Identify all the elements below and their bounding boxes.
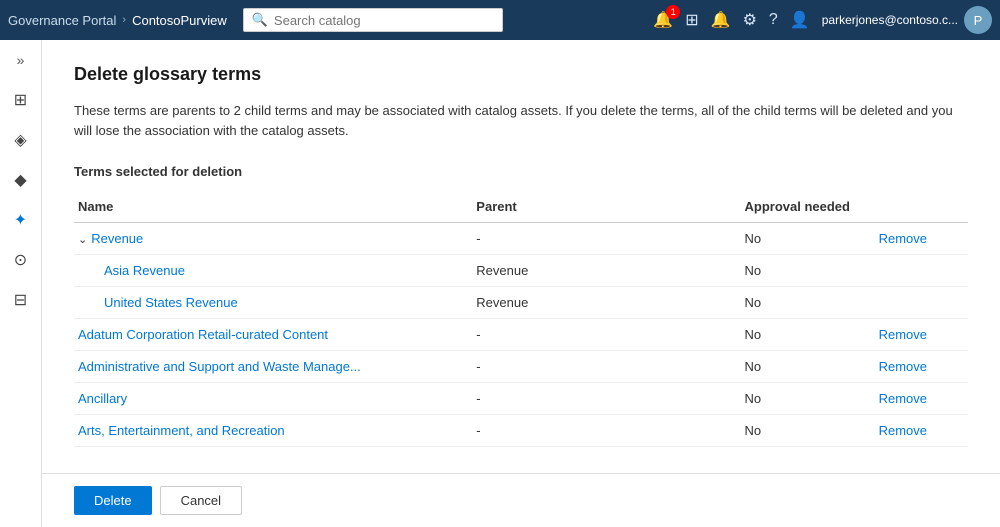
remove-button[interactable]: Remove xyxy=(879,231,927,246)
col-header-approval: Approval needed xyxy=(744,191,878,223)
table-row: ⌄ Revenue -NoRemove xyxy=(74,223,968,255)
terms-table: Name Parent Approval needed ⌄Revenue-NoR… xyxy=(74,191,968,447)
table-row: Administrative and Support and Waste Man… xyxy=(74,351,968,383)
term-action xyxy=(879,287,968,319)
col-header-action xyxy=(879,191,968,223)
alerts-button[interactable]: 🔔 xyxy=(711,10,731,30)
sidebar-item-lineage[interactable]: ⊙ xyxy=(3,242,39,278)
table-row: Ancillary -NoRemove xyxy=(74,383,968,415)
table-header-row: Name Parent Approval needed xyxy=(74,191,968,223)
warning-text: These terms are parents to 2 child terms… xyxy=(74,101,954,140)
feedback-icon: 👤 xyxy=(790,10,810,30)
delete-button[interactable]: Delete xyxy=(74,486,152,515)
catalog-icon: ◈ xyxy=(14,130,26,150)
term-action: Remove xyxy=(879,383,968,415)
search-input[interactable] xyxy=(274,13,494,28)
chevron-right-icon: » xyxy=(17,52,25,68)
settings-button[interactable]: ⚙ xyxy=(743,10,757,30)
remove-button[interactable]: Remove xyxy=(879,327,927,342)
topbar-icons: 🔔 1 ⊞ 🔔 ⚙ ? 👤 parkerjones@contoso.c... P xyxy=(653,6,992,34)
term-parent: - xyxy=(476,319,744,351)
term-name-link[interactable]: Administrative and Support and Waste Man… xyxy=(78,359,361,374)
remove-button[interactable]: Remove xyxy=(879,359,927,374)
notifications-button[interactable]: 🔔 1 xyxy=(653,10,673,30)
page-title: Delete glossary terms xyxy=(74,64,968,85)
table-row: Adatum Corporation Retail-curated Conten… xyxy=(74,319,968,351)
table-row: United States Revenue RevenueNo xyxy=(74,287,968,319)
term-action: Remove xyxy=(879,223,968,255)
alert-icon: 🔔 xyxy=(711,10,731,30)
term-approval: No xyxy=(744,223,878,255)
content-area: Delete glossary terms These terms are pa… xyxy=(42,40,1000,527)
table-row: Arts, Entertainment, and Recreation -NoRe… xyxy=(74,415,968,447)
term-action: Remove xyxy=(879,351,968,383)
glossary-icon: ✦ xyxy=(14,210,27,230)
remove-button[interactable]: Remove xyxy=(879,423,927,438)
cancel-button[interactable]: Cancel xyxy=(160,486,242,515)
brand-chevron: › xyxy=(122,14,126,26)
sidebar-item-glossary[interactable]: ✦ xyxy=(3,202,39,238)
notification-badge: 1 xyxy=(666,5,680,19)
term-parent: - xyxy=(476,223,744,255)
search-icon: 🔍 xyxy=(252,12,268,28)
footer: Delete Cancel xyxy=(42,473,1000,527)
term-approval: No xyxy=(744,319,878,351)
term-name-link[interactable]: Asia Revenue xyxy=(104,263,185,278)
connections-icon: ⊞ xyxy=(685,10,698,30)
brand-gov-text: Governance Portal xyxy=(8,13,116,28)
help-icon: ? xyxy=(769,11,778,29)
term-parent: - xyxy=(476,415,744,447)
user-profile[interactable]: parkerjones@contoso.c... P xyxy=(822,6,992,34)
lineage-icon: ⊙ xyxy=(14,250,27,270)
term-approval: No xyxy=(744,287,878,319)
col-header-parent: Parent xyxy=(476,191,744,223)
term-parent: - xyxy=(476,383,744,415)
topbar: Governance Portal › ContosoPurview 🔍 🔔 1… xyxy=(0,0,1000,40)
sidebar-expand-button[interactable]: » xyxy=(5,48,37,72)
term-approval: No xyxy=(744,383,878,415)
search-bar[interactable]: 🔍 xyxy=(243,8,503,32)
term-parent: - xyxy=(476,351,744,383)
gear-icon: ⚙ xyxy=(743,10,757,30)
sidebar-item-management[interactable]: ⊟ xyxy=(3,282,39,318)
term-parent: Revenue xyxy=(476,255,744,287)
main-layout: » ⊞ ◈ ◆ ✦ ⊙ ⊟ Delete glossary terms Thes… xyxy=(0,40,1000,527)
connections-button[interactable]: ⊞ xyxy=(685,10,698,30)
help-button[interactable]: ? xyxy=(769,11,778,29)
sidebar: » ⊞ ◈ ◆ ✦ ⊙ ⊟ xyxy=(0,40,42,527)
sidebar-item-insights[interactable]: ◆ xyxy=(3,162,39,198)
brand: Governance Portal › ContosoPurview xyxy=(8,13,227,28)
management-icon: ⊟ xyxy=(14,290,27,310)
term-approval: No xyxy=(744,415,878,447)
term-action: Remove xyxy=(879,415,968,447)
term-approval: No xyxy=(744,351,878,383)
col-header-name: Name xyxy=(74,191,476,223)
feedback-button[interactable]: 👤 xyxy=(790,10,810,30)
term-name-link[interactable]: Revenue xyxy=(91,231,143,246)
chevron-down-icon[interactable]: ⌄ xyxy=(78,234,87,246)
term-name-link[interactable]: Ancillary xyxy=(78,391,127,406)
term-approval: No xyxy=(744,255,878,287)
user-email: parkerjones@contoso.c... xyxy=(822,13,958,27)
remove-button[interactable]: Remove xyxy=(879,391,927,406)
term-parent: Revenue xyxy=(476,287,744,319)
brand-purview-text: ContosoPurview xyxy=(132,13,227,28)
home-icon: ⊞ xyxy=(14,90,27,110)
term-name-link[interactable]: United States Revenue xyxy=(104,295,238,310)
avatar: P xyxy=(964,6,992,34)
insights-icon: ◆ xyxy=(14,170,26,190)
term-name-link[interactable]: Arts, Entertainment, and Recreation xyxy=(78,423,285,438)
term-action xyxy=(879,255,968,287)
sidebar-item-catalog[interactable]: ◈ xyxy=(3,122,39,158)
section-label: Terms selected for deletion xyxy=(74,164,968,179)
term-name-link[interactable]: Adatum Corporation Retail-curated Conten… xyxy=(78,327,328,342)
sidebar-item-home[interactable]: ⊞ xyxy=(3,82,39,118)
table-row: Asia Revenue RevenueNo xyxy=(74,255,968,287)
term-action: Remove xyxy=(879,319,968,351)
content-body: Delete glossary terms These terms are pa… xyxy=(42,40,1000,473)
